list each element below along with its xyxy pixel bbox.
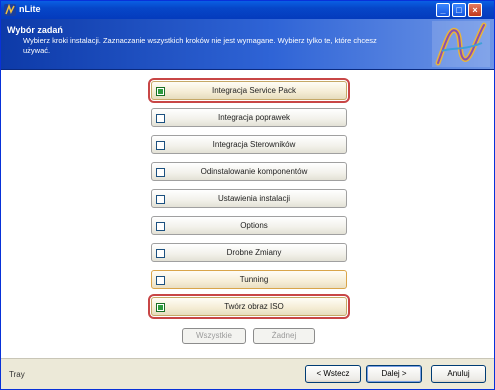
footer-divider <box>1 358 494 359</box>
close-icon: × <box>472 5 478 15</box>
page-title: Wybór zadań <box>7 25 63 35</box>
task-tworz-obraz-iso[interactable]: Twórz obraz ISO <box>148 294 350 319</box>
minimize-icon: _ <box>440 5 446 15</box>
task-odinstalowanie-komponentow[interactable]: Odinstalowanie komponentów <box>151 162 347 181</box>
task-options[interactable]: Options <box>151 216 347 235</box>
minimize-button[interactable]: _ <box>436 3 450 17</box>
close-button[interactable]: × <box>468 3 482 17</box>
task-integracja-service-pack[interactable]: Integracja Service Pack <box>148 78 350 103</box>
task-integracja-sterownikow[interactable]: Integracja Sterowników <box>151 135 347 154</box>
task-integracja-poprawek[interactable]: Integracja poprawek <box>151 108 347 127</box>
task-tunning[interactable]: Tunning <box>151 270 347 289</box>
task-checkbox[interactable] <box>156 87 165 96</box>
task-label: Integracja Service Pack <box>211 86 297 95</box>
task-label: Drobne Zmiany <box>226 248 282 257</box>
task-label: Integracja Sterowników <box>212 140 296 149</box>
select-all-button[interactable]: Wszystkie <box>182 328 246 344</box>
task-checkbox[interactable] <box>156 114 165 123</box>
wizard-header: Wybór zadań Wybierz kroki instalacji. Za… <box>1 19 494 70</box>
task-label: Ustawienia instalacji <box>217 194 291 203</box>
task-checkbox[interactable] <box>156 168 165 177</box>
status-text: Tray <box>9 370 25 379</box>
nlite-app-icon <box>4 4 16 16</box>
cancel-button[interactable]: Anuluj <box>431 365 486 383</box>
task-label: Integracja poprawek <box>217 113 291 122</box>
select-none-button[interactable]: Żadnej <box>253 328 315 344</box>
back-button[interactable]: < Wstecz <box>305 365 361 383</box>
task-list-area: Integracja Service Pack Integracja popra… <box>1 70 494 358</box>
maximize-button[interactable]: □ <box>452 3 466 17</box>
task-label: Odinstalowanie komponentów <box>200 167 308 176</box>
task-checkbox[interactable] <box>156 195 165 204</box>
task-drobne-zmiany[interactable]: Drobne Zmiany <box>151 243 347 262</box>
task-label: Twórz obraz ISO <box>224 302 284 311</box>
page-description: Wybierz kroki instalacji. Zaznaczanie ws… <box>23 36 377 55</box>
task-checkbox[interactable] <box>156 222 165 231</box>
nlite-window: nLite _ □ × Wybór zadań Wybierz kroki in… <box>0 0 495 390</box>
nlite-logo-icon <box>432 21 490 67</box>
task-label: Tunning <box>239 275 269 284</box>
maximize-icon: □ <box>456 5 462 15</box>
next-button[interactable]: Dalej > <box>366 365 422 383</box>
window-title: nLite <box>19 4 41 14</box>
task-ustawienia-instalacji[interactable]: Ustawienia instalacji <box>151 189 347 208</box>
task-checkbox[interactable] <box>156 303 165 312</box>
task-label: Options <box>240 221 268 230</box>
task-checkbox[interactable] <box>156 141 165 150</box>
task-checkbox[interactable] <box>156 249 165 258</box>
task-checkbox[interactable] <box>156 276 165 285</box>
title-bar[interactable]: nLite _ □ × <box>1 1 494 19</box>
